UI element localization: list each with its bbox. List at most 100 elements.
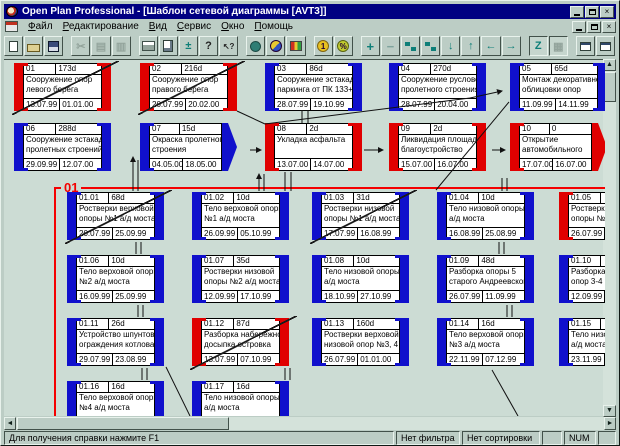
new-button[interactable]: [4, 36, 23, 56]
close-button[interactable]: ×: [600, 6, 614, 18]
horizontal-scrollbar[interactable]: ◄ ►: [4, 417, 616, 430]
activity-box-01.16[interactable]: 01.1616dТело верховой опоры№4 а/д моста: [67, 381, 164, 416]
activity-box-06[interactable]: 06288dСооружение эстакадныхпролетных стр…: [14, 123, 111, 171]
activity-id: 01.10: [569, 256, 601, 266]
save-button[interactable]: [44, 36, 63, 56]
finish-date: 07.12.99: [483, 354, 524, 365]
right-bracket-bar: [400, 255, 409, 303]
activity-box-05[interactable]: 0565dМонтаж декоративнойоблицовки опор11…: [510, 63, 605, 111]
calendar-icon: ▦: [553, 40, 563, 53]
link-nodes-button[interactable]: [401, 36, 420, 56]
arrow-down-button[interactable]: ↓: [441, 36, 460, 56]
menu-item-6[interactable]: Помощь: [249, 20, 298, 33]
organize-nodes-button[interactable]: [421, 36, 440, 56]
arrow-left-button[interactable]: ←: [481, 36, 500, 56]
menu-item-5[interactable]: Окно: [216, 20, 249, 33]
zoom-z-button[interactable]: Z: [529, 36, 548, 56]
finish-date: 18.05.00: [183, 159, 221, 170]
left-bracket-bar: [192, 381, 201, 416]
mdi-close-button[interactable]: ×: [602, 21, 616, 33]
activity-description: Сооружение опорправого берега: [150, 75, 227, 98]
activity-duration: 31d: [354, 193, 399, 203]
activity-box-01.15[interactable]: 01.15Тело низовоа/д моста23.11.99: [559, 318, 605, 366]
description-line-1: Устройство шпунтового: [79, 330, 152, 340]
remove-button[interactable]: −: [381, 36, 400, 56]
context-help-button[interactable]: ↖?: [219, 36, 238, 56]
open-button[interactable]: [24, 36, 43, 56]
histogram-button[interactable]: [286, 36, 305, 56]
description-line-1: Ростверки низовой: [324, 204, 397, 214]
activity-box-01.11[interactable]: 01.1126dУстройство шпунтовогоограждения …: [67, 318, 164, 366]
activity-box-01.02[interactable]: 01.0210dТело верховой опоры№1 а/д моста2…: [192, 192, 289, 240]
activity-box-01.03[interactable]: 01.0331dРостверки низовойопоры №1 а/д мо…: [312, 192, 409, 240]
scroll-right-button[interactable]: ►: [604, 417, 616, 430]
activity-box-01.17[interactable]: 01.1716dТело низовой опоры №4а/д моста: [192, 381, 289, 416]
menu-item-3[interactable]: Вид: [144, 20, 172, 33]
activity-duration: 270d: [431, 64, 476, 74]
activity-description: Устройство шпунтовогоограждения котлован…: [77, 330, 154, 353]
status-circle-button[interactable]: [246, 36, 265, 56]
calendar-button[interactable]: ▦: [549, 36, 568, 56]
copy-button[interactable]: ▤: [91, 36, 110, 56]
document-icon[interactable]: [5, 21, 18, 32]
add-button[interactable]: +: [361, 36, 380, 56]
right-bracket-bar: [155, 318, 164, 366]
left-bracket-bar: [559, 192, 568, 240]
menu-item-4[interactable]: Сервис: [172, 20, 216, 33]
activity-box-01.12[interactable]: 01.1287dРазборка набережной идосыпка ост…: [192, 318, 289, 366]
print-button[interactable]: [139, 36, 158, 56]
activity-box-01.10[interactable]: 01.10Разборка осопор 3-4 ста12.09.99: [559, 255, 605, 303]
mdi-restore-button[interactable]: [587, 21, 601, 33]
activity-box-01.05[interactable]: 01.05Ростверки вопоры №2 а26.07.99: [559, 192, 605, 240]
activity-box-01.14[interactable]: 01.1416dТело верховой опоры№3 а/д моста2…: [437, 318, 534, 366]
cut-button[interactable]: ✂: [71, 36, 90, 56]
restore-button[interactable]: [585, 6, 599, 18]
activity-box-01.04[interactable]: 01.0410dТело низовой опоры №1а/д моста16…: [437, 192, 534, 240]
arrow-right-button[interactable]: →: [502, 36, 521, 56]
window-corner-button[interactable]: [596, 36, 615, 56]
menu-item-2[interactable]: Редактирование: [58, 20, 144, 33]
paste-button[interactable]: ▥: [112, 36, 131, 56]
description-line-2: опор 3-4 ста: [571, 277, 605, 287]
horizontal-scroll-thumb[interactable]: [17, 417, 229, 430]
activity-box-09[interactable]: 092dЛиквидация площадки иблагоустройство…: [389, 123, 486, 171]
activity-box-01.01[interactable]: 01.0168dРостверки верховойопоры №1 а/д м…: [67, 192, 164, 240]
print-preview-button[interactable]: [159, 36, 178, 56]
arrow-up-button[interactable]: ↑: [461, 36, 480, 56]
histogram-icon: [290, 41, 302, 51]
percent-button[interactable]: %: [334, 36, 353, 56]
window-corner-icon: [600, 42, 611, 51]
activity-box-08[interactable]: 082dУкладка асфальта13.07.0014.07.00: [265, 123, 362, 171]
menu-item-1[interactable]: Файл: [23, 20, 58, 33]
start-date: 04.05.00: [150, 159, 183, 170]
minimize-button[interactable]: [570, 6, 584, 18]
description-line-2: а/д моста: [324, 277, 397, 287]
activity-box-07[interactable]: 0715dОкраска пролетногостроения04.05.001…: [140, 123, 237, 171]
activity-duration: 2d: [431, 124, 476, 134]
activity-box-02[interactable]: 02216dСооружение опорправого берега20.07…: [140, 63, 237, 111]
help-button[interactable]: ?: [199, 36, 218, 56]
activity-box-01.08[interactable]: 01.0810dТело низовой опоры №2а/д моста18…: [312, 255, 409, 303]
description-line-2: облицовки опор: [522, 85, 595, 95]
scroll-down-button[interactable]: ▼: [603, 405, 616, 417]
activity-box-01[interactable]: 01173dСооружение опорлевого берега13.07.…: [14, 63, 111, 111]
activity-box-01.07[interactable]: 01.0735dРостверки низовойопоры №2 а/д мо…: [192, 255, 289, 303]
network-diagram-canvas[interactable]: 0101173dСооружение опорлевого берега13.0…: [4, 59, 605, 416]
window-small-button[interactable]: [576, 36, 595, 56]
mdi-minimize-button[interactable]: [572, 21, 586, 33]
group-border-vertical: [54, 187, 56, 416]
activity-box-01.09[interactable]: 01.0948dРазборка опоры 5старого Андреевс…: [437, 255, 534, 303]
activity-duration: 48d: [479, 256, 524, 266]
scroll-left-button[interactable]: ◄: [4, 417, 16, 430]
update-button[interactable]: ±: [179, 36, 198, 56]
activity-box-03[interactable]: 0386dСооружение эстакадыпаркинга от ПК 1…: [265, 63, 362, 111]
activity-description: Окраска пролетногостроения: [150, 135, 221, 158]
activity-box-01.13[interactable]: 01.13160dРостверки верховой инизовой опо…: [312, 318, 409, 366]
activity-box-01.06[interactable]: 01.0610dТело верховой опоры№2 а/д моста1…: [67, 255, 164, 303]
activity-box-10[interactable]: 100Открытиеавтомобильного17.07.0016.07.0…: [510, 123, 605, 171]
timescale-globe-button[interactable]: [266, 36, 285, 56]
cost-coin-button[interactable]: 1: [314, 36, 333, 56]
activity-box-04[interactable]: 04270dСооружение русловогопролетного стр…: [389, 63, 486, 111]
window-small-icon: [580, 42, 591, 51]
right-bracket-bar: [477, 63, 486, 111]
